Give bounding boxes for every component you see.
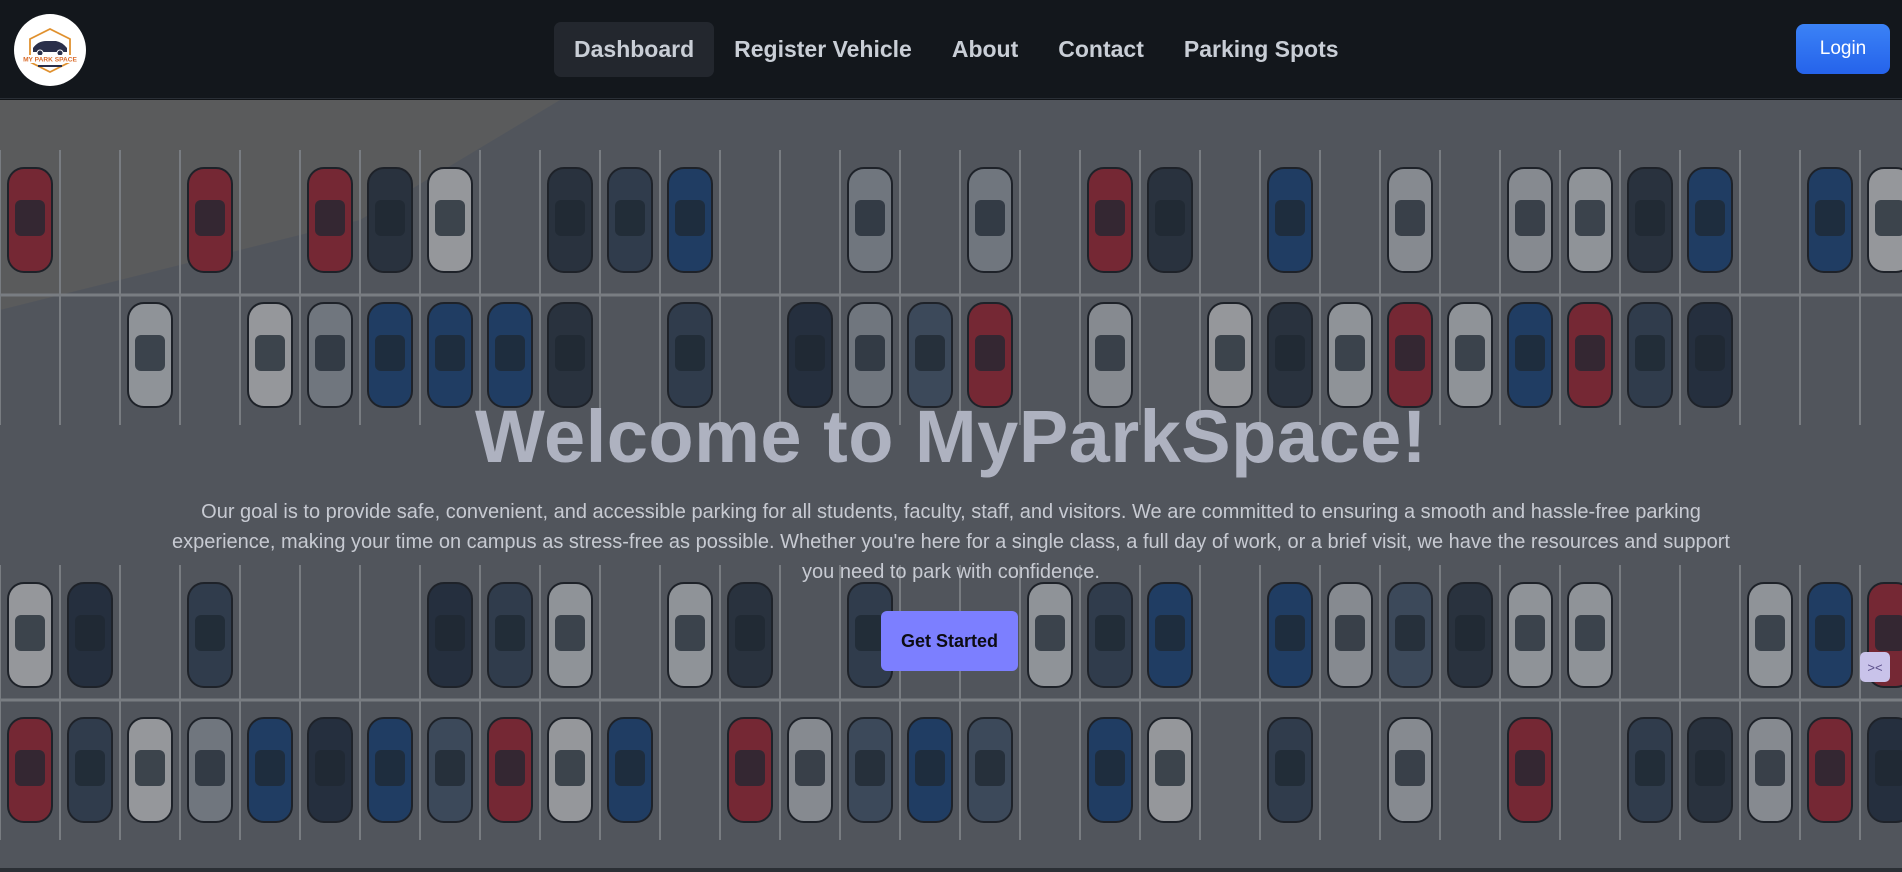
hero-description: Our goal is to provide safe, convenient,… [172,501,1730,583]
myparkspace-logo[interactable]: MY PARK SPACE [14,14,86,86]
main-nav: Dashboard Register Vehicle About Contact… [554,22,1359,77]
car-logo-icon: MY PARK SPACE [15,15,85,85]
nav-register-vehicle[interactable]: Register Vehicle [714,22,932,77]
top-navbar: MY PARK SPACE Dashboard Register Vehicle… [0,0,1902,99]
svg-text:MY PARK SPACE: MY PARK SPACE [23,57,77,64]
get-started-button[interactable]: Get Started [881,611,1018,671]
floating-widget-icon[interactable]: >< [1860,652,1890,682]
nav-dashboard[interactable]: Dashboard [554,22,715,77]
nav-about[interactable]: About [932,22,1038,77]
hero-dark-overlay [0,100,1902,868]
login-button[interactable]: Login [1796,24,1890,74]
nav-parking-spots[interactable]: Parking Spots [1164,22,1359,77]
hero-section: Welcome to MyParkSpace! Our goal is to p… [0,100,1902,868]
hero-title: Welcome to MyParkSpace! [475,395,1427,478]
page-bottom-edge [0,868,1902,872]
nav-contact[interactable]: Contact [1038,22,1164,77]
